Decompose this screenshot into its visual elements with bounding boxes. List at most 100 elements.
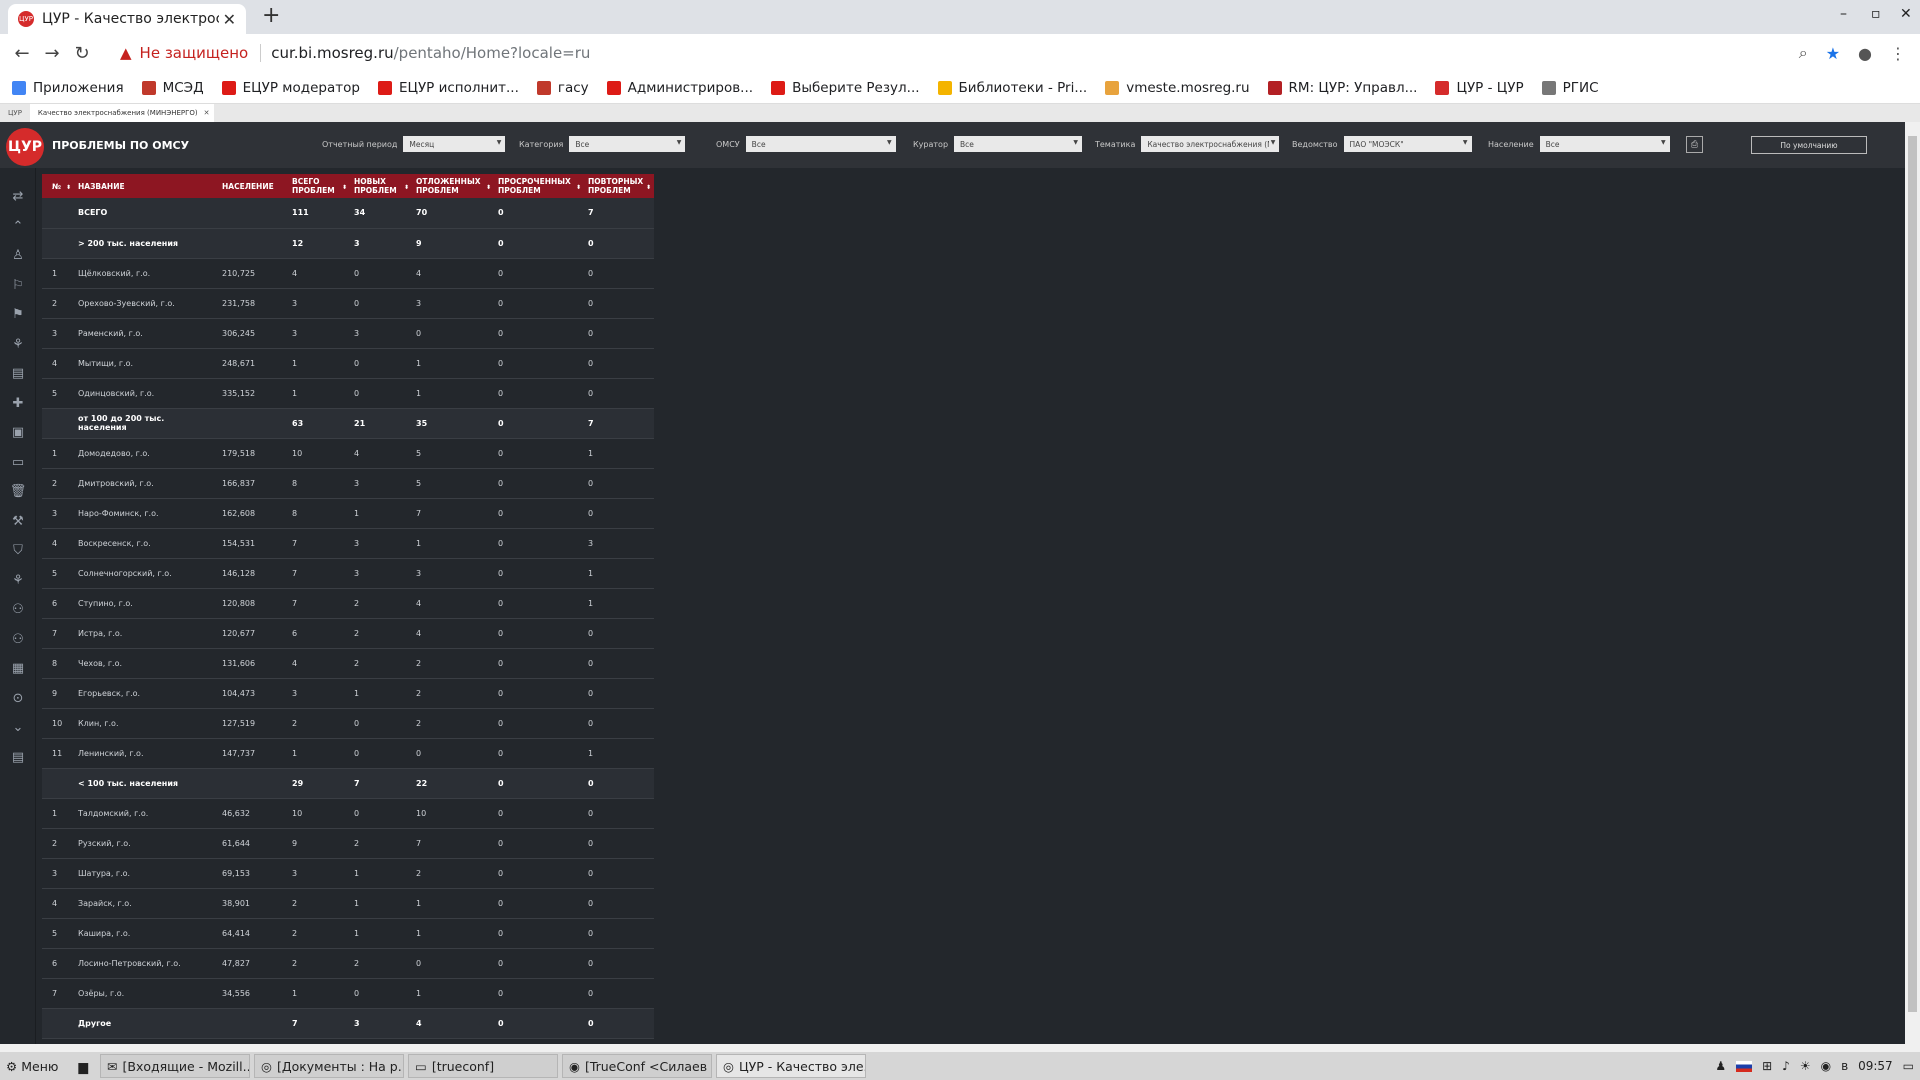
horizontal-scrollbar[interactable] xyxy=(0,1044,1920,1052)
taskbar-app[interactable]: ▭ [trueconf] xyxy=(408,1054,559,1078)
agency-select[interactable]: ПАО "МОЭСК" ▼ xyxy=(1343,136,1472,152)
taskbar-app[interactable]: ◎ [Документы : На р... xyxy=(254,1054,405,1078)
column-header[interactable]: ПРОСРОЧЕННЫХ ПРОБЛЕМ ⬍ xyxy=(494,174,584,198)
table-row[interactable]: 8 Чехов, г.о. 131,606 4 2 2 0 0 xyxy=(42,648,654,679)
group-row[interactable]: > 200 тыс. населения 12 3 9 0 0 xyxy=(42,228,654,259)
address-bar[interactable]: ▲ Не защищено cur.bi.mosreg.ru/pentaho/H… xyxy=(112,38,1828,68)
flag-icon[interactable]: ⚑ xyxy=(9,306,27,324)
taskbar-app[interactable]: ◉ [TrueConf <Силаев ... xyxy=(562,1054,713,1078)
shield-icon[interactable]: ⛉ xyxy=(9,542,27,560)
group-row[interactable]: от 100 до 200 тыс. населения 63 21 35 0 7 xyxy=(42,408,654,439)
group-row[interactable]: ВСЕГО 111 34 70 0 7 xyxy=(42,198,654,229)
bookmark-star-icon[interactable]: ★ xyxy=(1826,44,1840,63)
column-header[interactable]: ВСЕГО ПРОБЛЕМ ⬍ xyxy=(288,174,350,198)
table-row[interactable]: 2 Рузский, г.о. 61,644 9 2 7 0 0 xyxy=(42,828,654,859)
table-row[interactable]: 6 Ступино, г.о. 120,808 7 2 4 0 1 xyxy=(42,588,654,619)
new-tab-icon[interactable]: + xyxy=(262,3,280,28)
user-icon[interactable]: ♟ xyxy=(1715,1059,1726,1073)
brightness-icon[interactable]: ☀ xyxy=(1800,1059,1811,1073)
document-icon[interactable]: ▤ xyxy=(9,365,27,383)
table-row[interactable]: 7 Истра, г.о. 120,677 6 2 4 0 0 xyxy=(42,618,654,649)
column-header[interactable]: НОВЫХ ПРОБЛЕМ ⬍ xyxy=(350,174,412,198)
table-row[interactable]: 1 Домодедово, г.о. 179,518 10 4 5 0 1 xyxy=(42,438,654,469)
book-icon[interactable]: ▣ xyxy=(9,424,27,442)
bookmark-item[interactable]: Выберите Резул... xyxy=(771,80,920,96)
table-row[interactable]: 11 Ленинский, г.о. 147,737 1 0 0 0 1 xyxy=(42,738,654,769)
group-row[interactable]: < 100 тыс. населения 29 7 22 0 0 xyxy=(42,768,654,799)
help-icon[interactable]: ⊙ xyxy=(9,690,27,708)
collapse-up-icon[interactable]: ⌃ xyxy=(9,218,27,236)
account-icon[interactable]: ● xyxy=(1858,44,1872,63)
bookmark-item[interactable]: ЦУР - ЦУР xyxy=(1435,80,1524,96)
bookmark-item[interactable]: vmeste.mosreg.ru xyxy=(1105,80,1250,96)
group-row[interactable]: Другое 7 3 4 0 0 xyxy=(42,1008,654,1039)
bookmark-item[interactable]: МСЭД xyxy=(141,80,204,96)
table-row[interactable]: 6 Лосино-Петровский, г.о. 47,827 2 2 0 0 0 xyxy=(42,948,654,979)
handshake-icon[interactable]: ⚘ xyxy=(9,336,27,354)
column-header[interactable]: НАЗВАНИЕ xyxy=(74,174,218,198)
volume-icon[interactable]: ♪ xyxy=(1782,1059,1790,1073)
start-menu-button[interactable]: ⚙ Меню xyxy=(0,1059,64,1074)
bookmark-item[interactable]: ЕЦУР модератор xyxy=(221,80,360,96)
network-icon[interactable]: ⊞ xyxy=(1762,1059,1772,1073)
flag-ru-icon[interactable] xyxy=(1736,1060,1753,1072)
omsu-select[interactable]: Все ▼ xyxy=(745,136,896,152)
bookmark-item[interactable]: Приложения xyxy=(12,80,124,96)
table-row[interactable]: 10 Клин, г.о. 127,519 2 0 2 0 0 xyxy=(42,708,654,739)
worker-icon[interactable]: ♙ xyxy=(9,247,27,265)
bus-icon[interactable]: ▭ xyxy=(9,454,27,472)
trueconf-tray-icon[interactable]: ◉ xyxy=(1821,1059,1831,1073)
expand-down-icon[interactable]: ⌄ xyxy=(9,719,27,737)
window-close-icon[interactable]: ✕ xyxy=(1900,6,1912,22)
trash-icon[interactable]: 🗑 xyxy=(9,483,27,501)
table-row[interactable]: 3 Раменский, г.о. 306,245 3 3 0 0 0 xyxy=(42,318,654,349)
table-row[interactable]: 1 Талдомский, г.о. 46,632 10 0 10 0 0 xyxy=(42,798,654,829)
file-manager-icon[interactable]: ▆ xyxy=(78,1059,88,1074)
column-header[interactable]: ПОВТОРНЫХ ПРОБЛЕМ ⬍ xyxy=(584,174,654,198)
category-select[interactable]: Все ▼ xyxy=(569,136,686,152)
bluetooth-icon[interactable]: ʙ xyxy=(1841,1059,1848,1073)
browser-tab[interactable]: ЦУР ЦУР - Качество электросна ✕ xyxy=(8,4,246,34)
table-row[interactable]: 9 Егорьевск, г.о. 104,473 3 1 2 0 0 xyxy=(42,678,654,709)
forward-icon[interactable]: → xyxy=(37,43,67,64)
transfer-icon[interactable]: ⇄ xyxy=(9,188,27,206)
minimize-icon[interactable]: – xyxy=(1840,6,1847,22)
table-row[interactable]: 4 Зарайск, г.о. 38,901 2 1 1 0 0 xyxy=(42,888,654,919)
back-icon[interactable]: ← xyxy=(7,43,37,64)
curator-select[interactable]: Все ▼ xyxy=(954,136,1083,152)
family-icon[interactable]: ⚇ xyxy=(9,631,27,649)
menu-dots-icon[interactable]: ⋮ xyxy=(1890,44,1906,63)
scrollbar-thumb[interactable] xyxy=(1908,136,1917,1012)
bookmark-item[interactable]: RM: ЦУР: Управл... xyxy=(1267,80,1417,96)
people-icon[interactable]: ⚇ xyxy=(9,601,27,619)
table-row[interactable]: 3 Шатура, г.о. 69,153 3 1 2 0 0 xyxy=(42,858,654,889)
bookmark-item[interactable]: РГИС xyxy=(1541,80,1599,96)
column-header[interactable]: ОТЛОЖЕННЫХ ПРОБЛЕМ ⬍ xyxy=(412,174,494,198)
vertical-scrollbar[interactable] xyxy=(1905,122,1920,1044)
clock[interactable]: 09:57 xyxy=(1858,1059,1893,1073)
bookmark-item[interactable]: Библиотеки - Pri... xyxy=(937,80,1087,96)
column-header[interactable]: № ⬍ xyxy=(42,174,74,198)
hands-icon[interactable]: ⚘ xyxy=(9,572,27,590)
table-row[interactable]: 2 Дмитровский, г.о. 166,837 8 3 5 0 0 xyxy=(42,468,654,499)
bookmark-item[interactable]: Администриров... xyxy=(606,80,753,96)
building-icon[interactable]: ▦ xyxy=(9,660,27,678)
medical-icon[interactable]: ✚ xyxy=(9,395,27,413)
bookmark-item[interactable]: гасу xyxy=(536,80,589,96)
table-row[interactable]: 4 Мытищи, г.о. 248,671 1 0 1 0 0 xyxy=(42,348,654,379)
table-row[interactable]: 5 Кашира, г.о. 64,414 2 1 1 0 0 xyxy=(42,918,654,949)
close-icon[interactable]: ✕ xyxy=(199,104,214,122)
zoom-icon[interactable]: ⌕ xyxy=(1799,43,1808,63)
topic-select[interactable]: Качество электроснабжения (М... ▼ xyxy=(1141,136,1280,152)
show-desktop-icon[interactable]: ▭ xyxy=(1903,1059,1914,1073)
table-row[interactable]: 7 Озёры, г.о. 34,556 1 0 1 0 0 xyxy=(42,978,654,1009)
crane-icon[interactable]: ⚒ xyxy=(9,513,27,531)
taskbar-app[interactable]: ◎ ЦУР - Качество эле... xyxy=(716,1054,867,1078)
table-row[interactable]: 4 Воскресенск, г.о. 154,531 7 3 1 0 3 xyxy=(42,528,654,559)
table-row[interactable]: 3 Наро-Фоминск, г.о. 162,608 8 1 7 0 0 xyxy=(42,498,654,529)
population-select[interactable]: Все ▼ xyxy=(1539,136,1670,152)
reload-icon[interactable]: ↻ xyxy=(67,43,97,64)
table-row[interactable]: 5 Одинцовский, г.о. 335,152 1 0 1 0 0 xyxy=(42,378,654,409)
column-header[interactable]: НАСЕЛЕНИЕ xyxy=(218,174,288,198)
table-row[interactable]: 2 Орехово-Зуевский, г.о. 231,758 3 0 3 0 0 xyxy=(42,288,654,319)
